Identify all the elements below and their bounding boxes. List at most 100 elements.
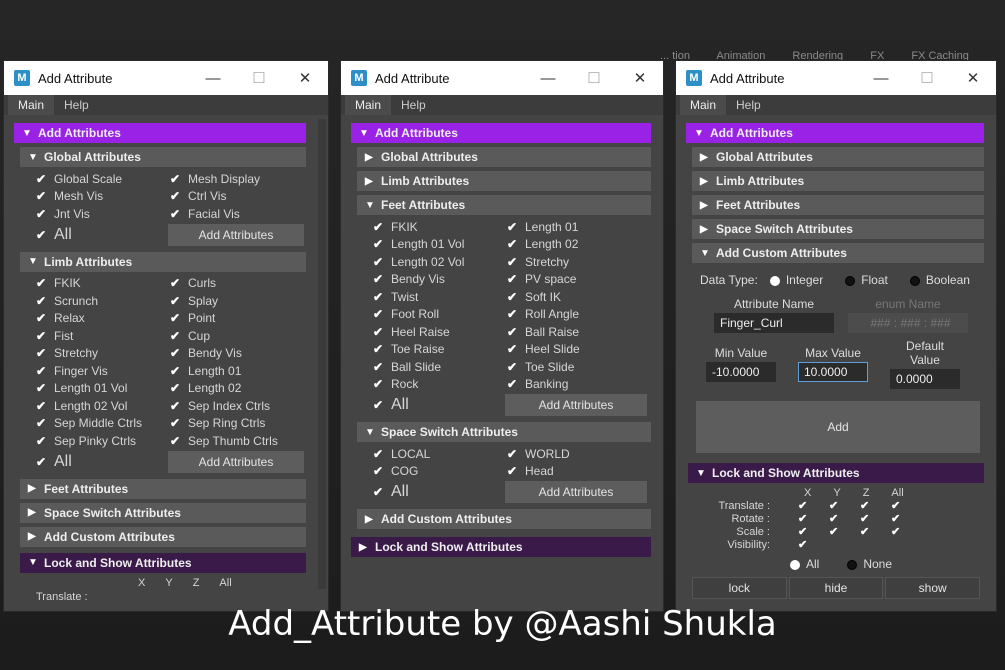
section-add-attributes[interactable]: ▼ Add Attributes [686,123,984,143]
checkbox-item[interactable]: ✔ FKIK [373,219,507,235]
section-global-attributes[interactable]: ▼ Global Attributes [20,147,306,167]
maximize-button[interactable]: ☐ [904,69,950,87]
checkbox-item[interactable]: ✔ Ball Slide [373,359,507,375]
add-attributes-button[interactable]: Add Attributes [505,394,647,416]
checkbox-item[interactable]: ✔ Twist [373,289,507,305]
maximize-button[interactable]: ☐ [236,69,282,87]
lock-checkbox[interactable]: ✔ [891,525,922,538]
checkbox-item[interactable]: ✔ Banking [507,377,641,393]
checkbox-item[interactable]: ✔ Point [170,311,304,327]
checkbox-item[interactable]: ✔ Length 01 Vol [373,237,507,253]
checkbox-item[interactable]: ✔ Length 01 Vol [36,381,170,397]
section-space-switch-attributes[interactable]: ▶ Space Switch Attributes [20,502,306,523]
section-add-attributes[interactable]: ▼ Add Attributes [351,123,651,143]
checkbox-all[interactable]: ✔ All [373,396,505,413]
lock-checkbox[interactable]: ✔ [860,499,891,512]
lock-checkbox[interactable]: ✔ [798,499,829,512]
maximize-button[interactable]: ☐ [571,69,617,87]
lock-checkbox[interactable]: ✔ [891,512,922,525]
checkbox-item[interactable]: ✔ Jnt Vis [36,206,170,222]
section-space-switch-attributes[interactable]: ▶ Space Switch Attributes [692,219,984,239]
checkbox-item[interactable]: ✔ Sep Middle Ctrls [36,416,170,432]
checkbox-item[interactable]: ✔ Length 01 [507,219,641,235]
checkbox-item[interactable]: ✔ WORLD [507,446,641,462]
section-add-custom-attributes[interactable]: ▶ Add Custom Attributes [357,509,651,529]
checkbox-item[interactable]: ✔ Roll Angle [507,307,641,323]
checkbox-all[interactable]: ✔ All [373,483,505,500]
checkbox-item[interactable]: ✔ Bendy Vis [170,346,304,362]
checkbox-item[interactable]: ✔ PV space [507,272,641,288]
minimize-button[interactable]: — [525,70,571,87]
checkbox-item[interactable]: ✔ Rock [373,377,507,393]
lock-checkbox[interactable]: ✔ [829,499,860,512]
checkbox-item[interactable]: ✔ Mesh Display [170,171,304,187]
menu-help[interactable]: Help [391,95,436,115]
checkbox-item[interactable]: ✔ Sep Pinky Ctrls [36,433,170,449]
max-value-input[interactable]: 10.0000 [798,362,868,382]
lock-checkbox[interactable]: ✔ [860,512,891,525]
checkbox-item[interactable]: ✔ Sep Index Ctrls [170,398,304,414]
checkbox-item[interactable]: ✔ Finger Vis [36,363,170,379]
checkbox-item[interactable]: ✔ Length 02 [170,381,304,397]
checkbox-item[interactable]: ✔ Relax [36,311,170,327]
add-attributes-button[interactable]: Add Attributes [168,450,304,473]
menu-help[interactable]: Help [726,95,771,115]
lock-checkbox[interactable]: ✔ [860,525,891,538]
checkbox-item[interactable]: ✔ Cup [170,328,304,344]
enum-name-input[interactable]: ### : ### : ### [848,313,968,333]
section-limb-attributes[interactable]: ▶ Limb Attributes [692,171,984,191]
hide-button[interactable]: hide [788,577,884,599]
section-global-attributes[interactable]: ▶ Global Attributes [692,147,984,167]
lock-checkbox[interactable]: ✔ [829,525,860,538]
section-feet-attributes[interactable]: ▼ Feet Attributes [357,195,651,215]
checkbox-item[interactable]: ✔ Scrunch [36,293,170,309]
checkbox-item[interactable]: ✔ Stretchy [36,346,170,362]
checkbox-item[interactable]: ✔ Foot Roll [373,307,507,323]
checkbox-item[interactable]: ✔ Sep Ring Ctrls [170,416,304,432]
checkbox-item[interactable]: ✔ COG [373,464,507,480]
menu-main[interactable]: Main [680,95,727,115]
checkbox-item[interactable]: ✔ Curls [170,276,304,292]
checkbox-item[interactable]: ✔ Ball Raise [507,324,641,340]
checkbox-item[interactable]: ✔ LOCAL [373,446,507,462]
checkbox-item[interactable]: ✔ Heel Slide [507,342,641,358]
radio-boolean[interactable]: Boolean [909,273,970,287]
checkbox-item[interactable]: ✔ Length 02 [507,237,641,253]
menu-help[interactable]: Help [54,95,99,115]
menu-main[interactable]: Main [8,95,55,115]
section-lock-and-show[interactable]: ▶ Lock and Show Attributes [351,537,651,557]
section-limb-attributes[interactable]: ▼ Limb Attributes [20,251,306,272]
section-add-custom-attributes[interactable]: ▶ Add Custom Attributes [20,526,306,547]
checkbox-item[interactable]: ✔ Fist [36,328,170,344]
checkbox-item[interactable]: ✔ Length 01 [170,363,304,379]
checkbox-item[interactable]: ✔ Bendy Vis [373,272,507,288]
add-attributes-button[interactable]: Add Attributes [505,481,647,503]
default-value-input[interactable]: 0.0000 [890,369,960,389]
lock-checkbox[interactable]: ✔ [798,538,829,551]
minimize-button[interactable]: — [190,70,236,87]
title-bar[interactable]: M Add Attribute — ☐ ✕ [4,61,328,95]
checkbox-item[interactable]: ✔ Heel Raise [373,324,507,340]
lock-button[interactable]: lock [692,577,787,599]
checkbox-item[interactable]: ✔ Mesh Vis [36,189,170,205]
minimize-button[interactable]: — [858,70,904,87]
checkbox-item[interactable]: ✔ Length 02 Vol [36,398,170,414]
menu-main[interactable]: Main [345,95,392,115]
section-feet-attributes[interactable]: ▶ Feet Attributes [20,478,306,499]
close-button[interactable]: ✕ [282,69,328,87]
checkbox-item[interactable]: ✔ Splay [170,293,304,309]
add-button[interactable]: Add [696,401,980,453]
radio-all[interactable]: All [790,557,819,571]
section-lock-and-show[interactable]: ▼ Lock and Show Attributes [688,463,984,483]
checkbox-all[interactable]: ✔ All [36,453,168,470]
checkbox-item[interactable]: ✔ Length 02 Vol [373,254,507,270]
radio-float[interactable]: Float [845,273,888,287]
section-space-switch-attributes[interactable]: ▼ Space Switch Attributes [357,422,651,442]
section-global-attributes[interactable]: ▶ Global Attributes [357,147,651,167]
close-button[interactable]: ✕ [950,69,996,87]
lock-checkbox[interactable]: ✔ [798,525,829,538]
radio-none[interactable]: None [847,557,892,571]
close-button[interactable]: ✕ [617,69,663,87]
checkbox-item[interactable]: ✔ Facial Vis [170,206,304,222]
title-bar[interactable]: M Add Attribute — ☐ ✕ [676,61,996,95]
